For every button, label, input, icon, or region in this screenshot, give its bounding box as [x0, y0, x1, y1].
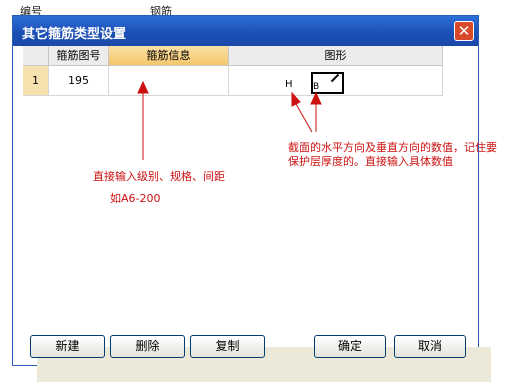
arrow-to-info-head: [137, 80, 149, 94]
annotation-shape-hint-2: 保护层厚度的。直接输入具体数值: [288, 155, 453, 168]
arrow-to-b-head: [310, 91, 322, 105]
copy-button[interactable]: 复制: [190, 335, 265, 358]
annotation-arrows: [137, 80, 322, 160]
annotation-info-hint: 直接输入级别、规格、间距: [93, 170, 225, 183]
ok-button[interactable]: 确定: [314, 335, 386, 358]
new-button[interactable]: 新建: [30, 335, 105, 358]
arrow-to-h-line: [295, 103, 313, 133]
button-row: 新建 删除 复制 确定 取消: [24, 331, 478, 366]
cancel-button[interactable]: 取消: [394, 335, 466, 358]
annotation-info-example: 如A6-200: [110, 192, 161, 205]
arrow-to-h-head: [291, 91, 301, 107]
delete-button[interactable]: 删除: [110, 335, 185, 358]
